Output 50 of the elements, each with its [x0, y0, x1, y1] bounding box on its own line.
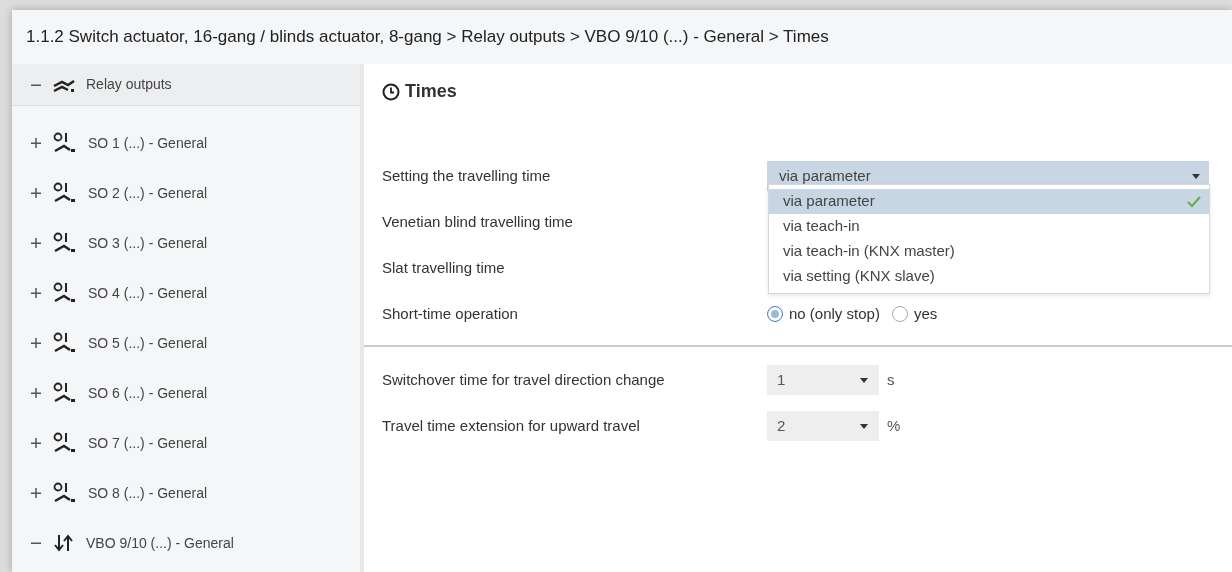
relay-output-icon [52, 331, 78, 355]
dropdown-option[interactable]: via teach-in (KNX master) [769, 239, 1209, 264]
tree-item[interactable]: SO 8 (...) - General [12, 468, 360, 518]
field-label: Switchover time for travel direction change [382, 369, 666, 390]
expand-icon[interactable] [30, 387, 42, 399]
tree-item[interactable]: SO 5 (...) - General [12, 318, 360, 368]
tree-item[interactable]: Relay outputs [12, 64, 360, 106]
unit-label: % [887, 415, 901, 436]
dropdown-option[interactable]: via parameter [769, 189, 1209, 214]
up-down-arrows-icon [52, 533, 76, 553]
number-dropdown[interactable]: 1 [767, 365, 879, 395]
tree-item[interactable]: SO 7 (...) - General [12, 418, 360, 468]
relay-output-icon [52, 231, 78, 255]
relay-output-icon [52, 431, 78, 455]
relay-output-icon [52, 281, 78, 305]
check-icon [1187, 195, 1201, 208]
caret-icon [859, 422, 869, 430]
expand-icon[interactable] [30, 237, 42, 249]
tree-item[interactable]: SO 6 (...) - General [12, 368, 360, 418]
expand-icon[interactable] [30, 337, 42, 349]
tree-item[interactable]: SO 4 (...) - General [12, 268, 360, 318]
expand-icon[interactable] [30, 187, 42, 199]
radio-option[interactable]: yes [891, 302, 938, 326]
expand-icon[interactable] [30, 137, 42, 149]
relay-output-icon [52, 181, 78, 205]
expand-icon[interactable] [30, 487, 42, 499]
field-label: Travel time extension for upward travel [382, 415, 641, 436]
dropdown-option[interactable]: via setting (KNX slave) [769, 264, 1209, 289]
caret-icon [1191, 172, 1201, 180]
relay-output-icon [52, 131, 78, 155]
expand-icon[interactable] [30, 437, 42, 449]
clock-icon [382, 82, 400, 101]
field-label: Slat travelling time [382, 257, 506, 278]
tree-item[interactable]: SO 3 (...) - General [12, 218, 360, 268]
tree-item[interactable]: VBO 9/10 (...) - General [12, 518, 360, 568]
field-label: Short-time operation [382, 303, 519, 324]
expand-icon[interactable] [30, 287, 42, 299]
relay-output-icon [52, 381, 78, 405]
unit-label: s [887, 369, 895, 390]
tree-item[interactable]: SO 2 (...) - General [12, 168, 360, 218]
dropdown-option[interactable]: via teach-in [769, 214, 1209, 239]
section-title: Times [405, 80, 457, 103]
breadcrumb-title: 1.1.2 Switch actuator, 16-gang / blinds actuator, 8-gang > Relay outputs > VBO 9/10 (...) - General > Times [25, 26, 830, 48]
tree-item[interactable]: SO 1 (...) - General [12, 118, 360, 168]
field-label: Setting the travelling time [382, 165, 552, 186]
caret-icon [859, 376, 869, 384]
field-label: Venetian blind travelling time [382, 211, 574, 232]
number-dropdown[interactable]: 2 [767, 411, 879, 441]
radio-option[interactable]: no (only stop) [767, 302, 880, 326]
relay-output-icon [52, 481, 78, 505]
